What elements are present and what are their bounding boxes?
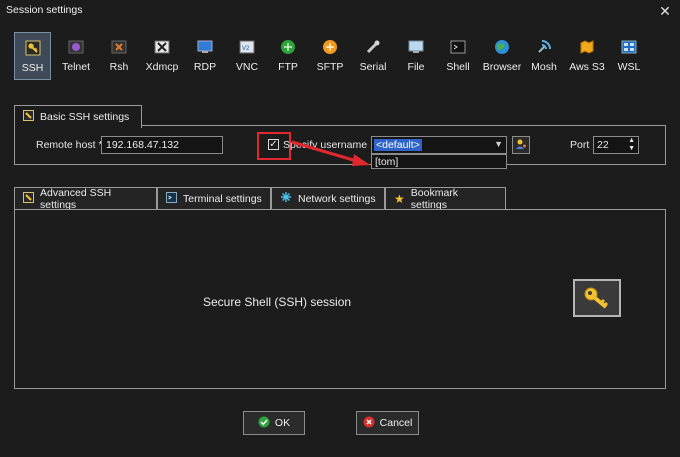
protocol-label: Xdmcp — [145, 61, 179, 73]
protocol-label: VNC — [235, 61, 259, 73]
tab-label: Bookmark settings — [410, 186, 459, 211]
protocol-ssh[interactable]: SSH — [14, 32, 51, 80]
protocol-mosh[interactable]: Mosh — [528, 32, 560, 80]
port-spinbox[interactable]: 22 ▲ ▼ — [593, 136, 639, 154]
tab-label: Advanced SSH settings — [40, 186, 112, 211]
session-description: Secure Shell (SSH) session — [203, 295, 352, 309]
ssh-key-icon — [573, 279, 621, 317]
ssh-key-icon — [24, 39, 42, 57]
browser-icon — [493, 38, 511, 56]
protocol-label: Browser — [482, 61, 522, 73]
specify-username-checkbox[interactable]: ✓ — [268, 139, 279, 150]
check-circle-icon — [258, 416, 270, 431]
username-dropdown-option[interactable]: [tom] — [371, 154, 507, 169]
file-icon — [407, 38, 425, 56]
star-icon: ★ — [394, 191, 405, 206]
ok-button[interactable]: OK — [243, 411, 305, 435]
protocol-label: RDP — [193, 61, 217, 73]
protocol-label: FTP — [278, 61, 298, 73]
checkmark-icon: ✓ — [269, 138, 278, 150]
protocol-label: Shell — [446, 61, 470, 73]
wrench-icon — [23, 191, 34, 206]
cancel-label: Cancel — [379, 417, 413, 429]
protocol-label: SFTP — [316, 61, 344, 73]
cancel-button[interactable]: Cancel — [356, 411, 419, 435]
terminal-icon — [166, 191, 177, 206]
protocol-shell[interactable]: Shell — [442, 32, 474, 80]
xdmcp-icon — [153, 38, 171, 56]
network-icon — [280, 191, 292, 206]
tab-basic-ssh-settings[interactable]: Basic SSH settings — [14, 105, 142, 128]
tab-label: Terminal settings — [183, 192, 262, 205]
remote-host-label: Remote host * — [36, 139, 103, 151]
protocol-rdp[interactable]: RDP — [190, 32, 220, 80]
protocol-rsh[interactable]: Rsh — [104, 32, 134, 80]
shell-icon — [449, 38, 467, 56]
port-value: 22 — [597, 139, 609, 151]
protocol-label: Aws S3 — [569, 61, 605, 73]
chevron-down-icon[interactable]: ▼ — [494, 139, 503, 149]
svg-text:V2: V2 — [242, 46, 250, 52]
rdp-icon — [196, 38, 214, 56]
close-button[interactable]: ✕ — [650, 0, 680, 22]
protocol-browser[interactable]: Browser — [482, 32, 522, 80]
tab-label: Basic SSH settings — [40, 111, 130, 123]
remote-host-input[interactable] — [101, 136, 223, 154]
protocol-xdmcp[interactable]: Xdmcp — [144, 32, 180, 80]
tab-advanced-ssh-settings[interactable]: Advanced SSH settings — [14, 186, 157, 211]
spin-up-icon[interactable]: ▲ — [628, 137, 635, 144]
ftp-icon — [279, 38, 297, 56]
cancel-circle-icon — [363, 416, 375, 431]
username-combobox[interactable]: <default> ▼ — [371, 136, 507, 154]
protocol-label: Rsh — [109, 61, 129, 73]
aws-s3-icon — [578, 38, 596, 56]
serial-icon — [364, 38, 382, 56]
wsl-icon — [620, 38, 638, 56]
protocol-label: File — [407, 61, 425, 73]
user-icon — [515, 138, 527, 153]
spin-down-icon[interactable]: ▼ — [628, 145, 635, 152]
close-icon: ✕ — [659, 2, 671, 19]
wrench-icon — [23, 110, 34, 124]
protocol-aws-s3[interactable]: Aws S3 — [566, 32, 608, 80]
port-label: Port — [570, 139, 590, 151]
protocol-wsl[interactable]: WSL — [614, 32, 644, 80]
annotation-arrow — [291, 140, 370, 166]
protocol-telnet[interactable]: Telnet — [60, 32, 92, 80]
protocol-label: Telnet — [61, 61, 91, 73]
rsh-icon — [110, 38, 128, 56]
mosh-icon — [535, 38, 553, 56]
protocol-label: Serial — [359, 61, 387, 73]
protocol-vnc[interactable]: V2 VNC — [232, 32, 262, 80]
protocol-file[interactable]: File — [402, 32, 430, 80]
ok-label: OK — [274, 417, 291, 429]
vnc-icon: V2 — [238, 38, 256, 56]
protocol-label: Mosh — [531, 61, 557, 73]
protocol-label: WSL — [617, 61, 641, 73]
tab-label: Network settings — [298, 192, 376, 205]
tab-bookmark-settings[interactable]: ★ Bookmark settings — [385, 186, 506, 211]
telnet-icon — [67, 38, 85, 56]
tab-terminal-settings[interactable]: Terminal settings — [157, 187, 271, 209]
protocol-sftp[interactable]: SFTP — [314, 32, 346, 80]
tab-network-settings[interactable]: Network settings — [271, 187, 385, 209]
user-manager-button[interactable] — [512, 136, 530, 154]
username-value: <default> — [374, 139, 422, 151]
window-title: Session settings — [6, 4, 83, 16]
protocol-serial[interactable]: Serial — [356, 32, 390, 80]
protocol-label: SSH — [21, 62, 44, 74]
sftp-icon — [321, 38, 339, 56]
title-bar — [0, 0, 680, 22]
protocol-ftp[interactable]: FTP — [274, 32, 302, 80]
